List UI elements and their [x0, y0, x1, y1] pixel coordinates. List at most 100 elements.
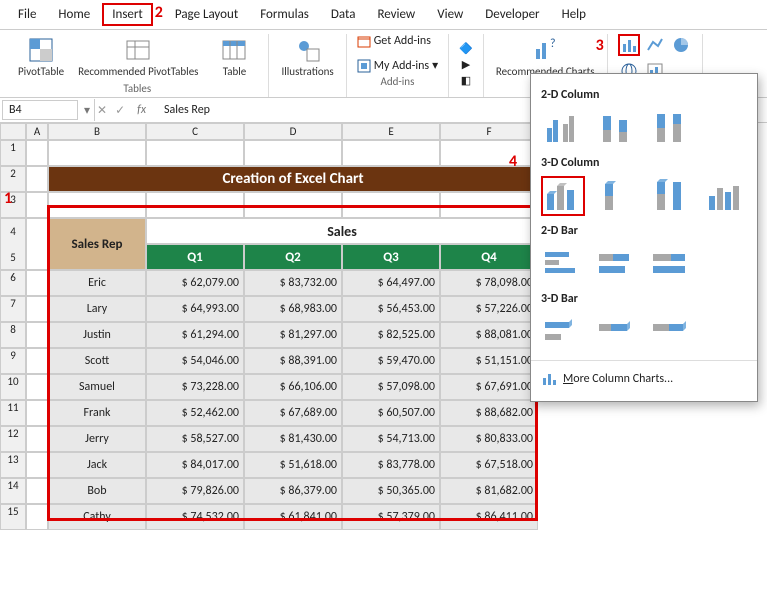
header-q4[interactable]: Q4	[440, 244, 538, 270]
cell-value[interactable]: $ 67,689.00	[244, 400, 342, 426]
cell[interactable]	[146, 192, 244, 218]
stacked100-column-3d[interactable]	[649, 176, 693, 216]
row-10[interactable]: 10	[0, 374, 26, 400]
col-F[interactable]: F	[440, 123, 538, 140]
stacked-column-2d[interactable]	[595, 108, 639, 148]
column-chart-button[interactable]	[618, 34, 640, 56]
cell-value[interactable]: $ 64,993.00	[146, 296, 244, 322]
cell[interactable]	[244, 192, 342, 218]
row-11[interactable]: 11	[0, 400, 26, 426]
cell[interactable]	[26, 374, 48, 400]
cell-value[interactable]: $ 67,518.00	[440, 452, 538, 478]
tab-file[interactable]: File	[8, 3, 46, 26]
cell-value[interactable]: $ 56,453.00	[342, 296, 440, 322]
cell-value[interactable]: $ 80,833.00	[440, 426, 538, 452]
row-6[interactable]: 6	[0, 270, 26, 296]
cell-value[interactable]: $ 57,226.00	[440, 296, 538, 322]
cell[interactable]	[26, 296, 48, 322]
row-14[interactable]: 14	[0, 478, 26, 504]
select-all[interactable]	[0, 123, 26, 140]
header-q3[interactable]: Q3	[342, 244, 440, 270]
tab-insert[interactable]: Insert	[102, 3, 153, 26]
cell-value[interactable]: $ 61,294.00	[146, 322, 244, 348]
fx-icon[interactable]: fx	[133, 103, 150, 117]
cell-name[interactable]: Jack	[48, 452, 146, 478]
cell[interactable]	[26, 322, 48, 348]
cell[interactable]	[26, 270, 48, 296]
cell-name[interactable]: Justin	[48, 322, 146, 348]
row-13[interactable]: 13	[0, 452, 26, 478]
clustered-bar-3d[interactable]	[541, 312, 585, 352]
row-7[interactable]: 7	[0, 296, 26, 322]
title-cell[interactable]: Creation of Excel Chart	[48, 166, 538, 192]
cell-value[interactable]: $ 67,691.00	[440, 374, 538, 400]
cell-value[interactable]: $ 61,841.00	[244, 504, 342, 530]
tab-formulas[interactable]: Formulas	[250, 3, 319, 26]
cell-name[interactable]: Scott	[48, 348, 146, 374]
cell[interactable]	[48, 140, 146, 166]
cell-value[interactable]: $ 84,017.00	[146, 452, 244, 478]
cell-value[interactable]: $ 86,411.00	[440, 504, 538, 530]
row-4[interactable]: 45	[0, 218, 26, 270]
illustrations-button[interactable]: Illustrations	[279, 34, 335, 80]
cell[interactable]	[26, 218, 48, 270]
visio-button[interactable]: ◧	[459, 74, 473, 87]
col-C[interactable]: C	[146, 123, 244, 140]
clustered-bar-2d[interactable]	[541, 244, 585, 284]
header-q2[interactable]: Q2	[244, 244, 342, 270]
stacked100-column-2d[interactable]	[649, 108, 693, 148]
cell-value[interactable]: $ 83,778.00	[342, 452, 440, 478]
cell-value[interactable]: $ 88,682.00	[440, 400, 538, 426]
cell-name[interactable]: Cathy	[48, 504, 146, 530]
people-graph-button[interactable]: ▶	[459, 58, 473, 71]
cell-name[interactable]: Eric	[48, 270, 146, 296]
stacked100-bar-3d[interactable]	[649, 312, 693, 352]
clustered-column-3d[interactable]	[541, 176, 585, 216]
stacked-column-3d[interactable]	[595, 176, 639, 216]
row-12[interactable]: 12	[0, 426, 26, 452]
cell-value[interactable]: $ 62,079.00	[146, 270, 244, 296]
cell[interactable]	[48, 192, 146, 218]
cell-value[interactable]: $ 58,527.00	[146, 426, 244, 452]
row-8[interactable]: 8	[0, 322, 26, 348]
cell[interactable]	[26, 452, 48, 478]
row-1[interactable]: 1	[0, 140, 26, 166]
cell-value[interactable]: $ 59,470.00	[342, 348, 440, 374]
tab-help[interactable]: Help	[552, 3, 596, 26]
cell-value[interactable]: $ 88,391.00	[244, 348, 342, 374]
stacked100-bar-2d[interactable]	[649, 244, 693, 284]
my-addins-button[interactable]: My Add-ins ▾	[357, 58, 438, 73]
tab-review[interactable]: Review	[367, 3, 425, 26]
cell-value[interactable]: $ 73,228.00	[146, 374, 244, 400]
cell[interactable]	[244, 140, 342, 166]
cell-value[interactable]: $ 79,826.00	[146, 478, 244, 504]
cell[interactable]	[26, 140, 48, 166]
cell-value[interactable]: $ 78,098.00	[440, 270, 538, 296]
cell-value[interactable]: $ 74,532.00	[146, 504, 244, 530]
tab-page-layout[interactable]: Page Layout	[165, 3, 248, 26]
cell-value[interactable]: $ 68,983.00	[244, 296, 342, 322]
col-E[interactable]: E	[342, 123, 440, 140]
cell-value[interactable]: $ 51,618.00	[244, 452, 342, 478]
col-A[interactable]: A	[26, 123, 48, 140]
column-3d[interactable]	[703, 176, 747, 216]
name-box[interactable]: B4	[2, 100, 78, 120]
more-column-charts[interactable]: More Column Charts...	[541, 367, 747, 391]
cell[interactable]	[26, 504, 48, 530]
cell[interactable]	[26, 426, 48, 452]
get-addins-button[interactable]: Get Add-ins	[357, 34, 431, 48]
cell[interactable]	[26, 348, 48, 374]
pie-chart-button[interactable]	[670, 34, 692, 56]
table-button[interactable]: Table	[210, 34, 258, 80]
cell-value[interactable]: $ 57,098.00	[342, 374, 440, 400]
header-sales-rep[interactable]: Sales Rep	[48, 218, 146, 270]
cell[interactable]	[146, 140, 244, 166]
cell[interactable]	[26, 166, 48, 192]
cell[interactable]	[342, 140, 440, 166]
row-9[interactable]: 9	[0, 348, 26, 374]
header-sales[interactable]: Sales	[146, 218, 538, 244]
cell-value[interactable]: $ 86,379.00	[244, 478, 342, 504]
pivottable-button[interactable]: PivotTable	[16, 34, 66, 80]
cell-name[interactable]: Samuel	[48, 374, 146, 400]
cell-value[interactable]: $ 81,430.00	[244, 426, 342, 452]
